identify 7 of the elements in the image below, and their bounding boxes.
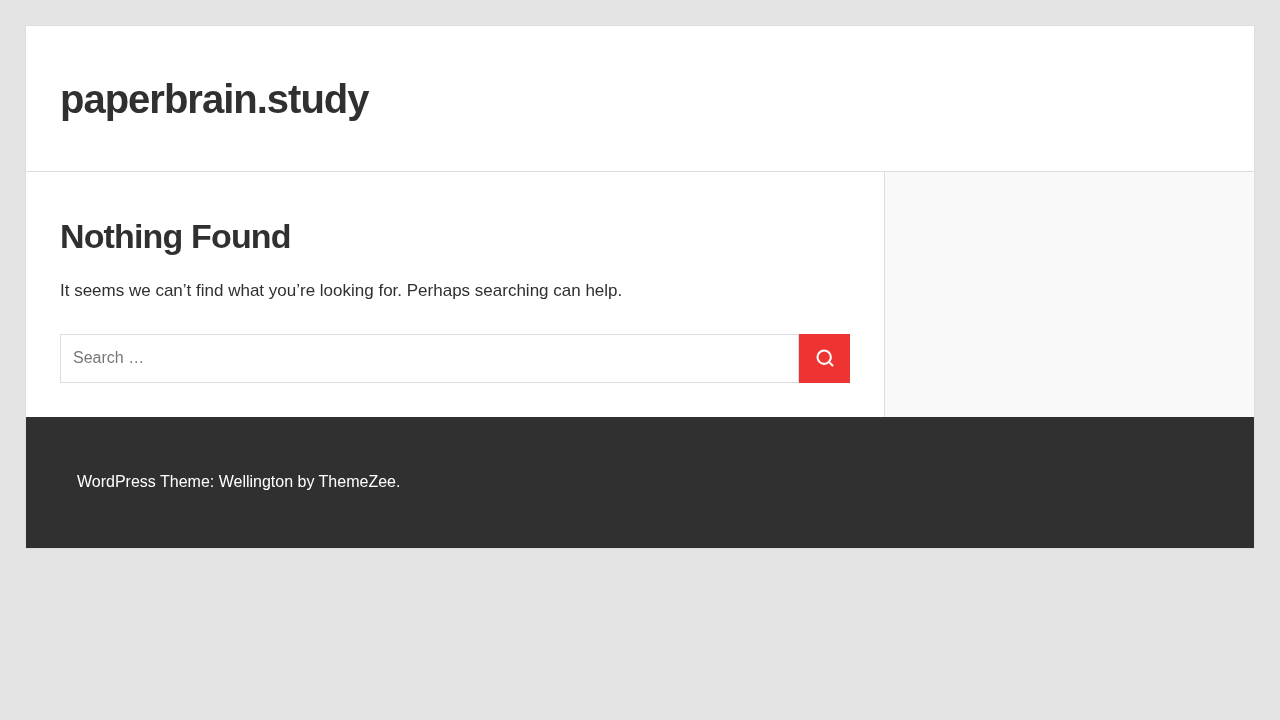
search-field[interactable]: Search … [60,333,799,383]
search-button[interactable] [799,333,850,383]
not-found-message: It seems we can’t find what you’re looking for. Perhaps searching can help. [60,280,624,302]
footer-credit: WordPress Theme: Wellington by ThemeZee. [77,472,401,492]
page-heading: Nothing Found [60,216,292,257]
search-icon [814,348,835,368]
site-title[interactable]: paperbrain.study [60,68,369,129]
